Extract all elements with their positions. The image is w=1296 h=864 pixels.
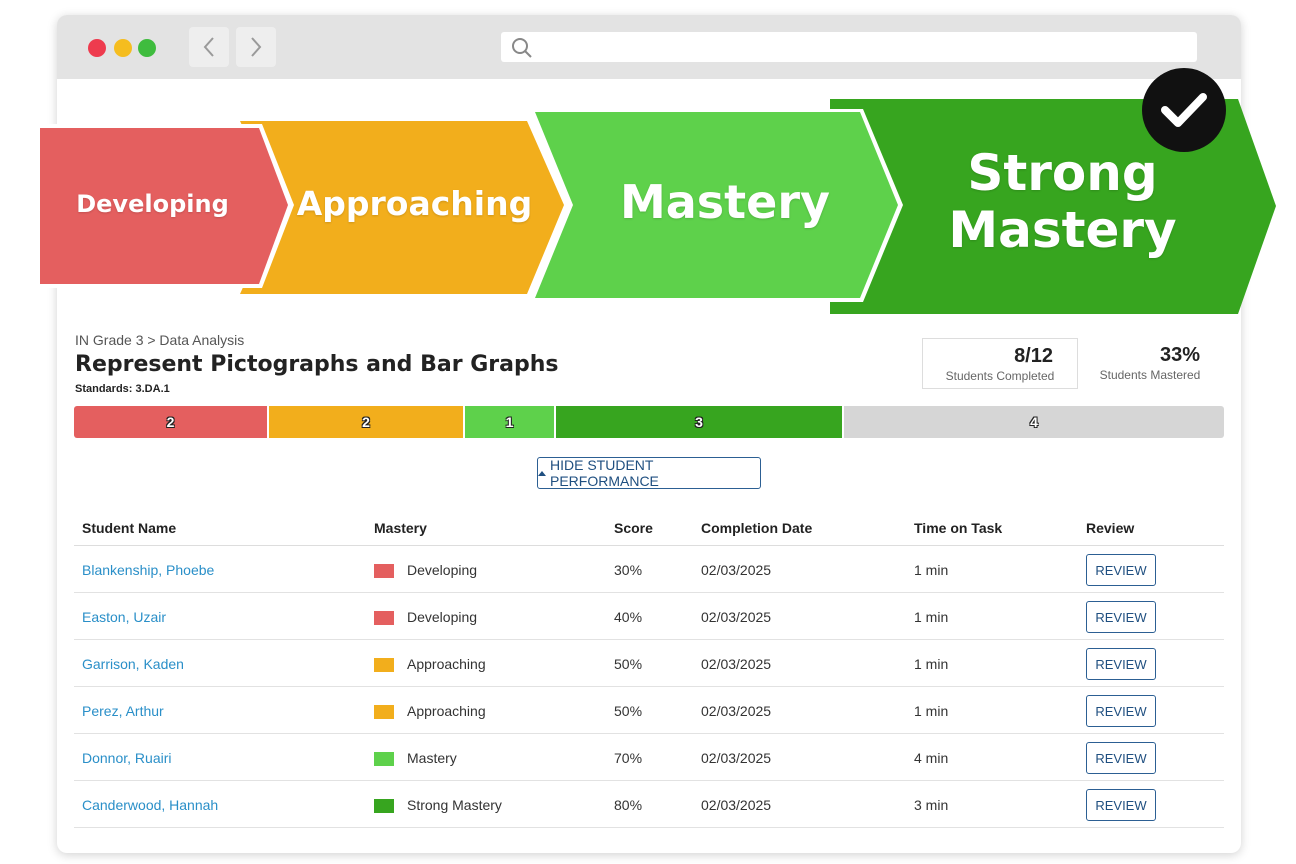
mastery-level: Approaching bbox=[407, 656, 486, 672]
student-name-link[interactable]: Donnor, Ruairi bbox=[82, 750, 172, 766]
student-name-link[interactable]: Perez, Arthur bbox=[82, 703, 164, 719]
chevron-left-icon bbox=[203, 37, 214, 57]
column-header-mastery[interactable]: Mastery bbox=[374, 520, 427, 536]
student-name-link[interactable]: Easton, Uzair bbox=[82, 609, 166, 625]
student-name-link[interactable]: Garrison, Kaden bbox=[82, 656, 184, 672]
forward-button[interactable] bbox=[236, 27, 276, 67]
review-button[interactable]: REVIEW bbox=[1086, 789, 1156, 821]
distribution-segment-developing[interactable]: 2 bbox=[74, 406, 269, 438]
mastery-level: Approaching bbox=[407, 703, 486, 719]
mastered-label: Students Mastered bbox=[1099, 368, 1201, 382]
score: 30% bbox=[614, 562, 643, 578]
column-header-student-name[interactable]: Student Name bbox=[82, 520, 176, 536]
search-icon bbox=[512, 38, 532, 58]
review-button[interactable]: REVIEW bbox=[1086, 601, 1156, 633]
table-row: Blankenship, Phoebe Developing 30% 02/03… bbox=[74, 546, 1224, 593]
time-on-task: 4 min bbox=[914, 750, 949, 766]
time-on-task: 1 min bbox=[914, 562, 949, 578]
review-button[interactable]: REVIEW bbox=[1086, 554, 1156, 586]
student-name-link[interactable]: Canderwood, Hannah bbox=[82, 797, 218, 813]
completion-date: 02/03/2025 bbox=[701, 703, 772, 719]
mastery-swatch bbox=[374, 799, 394, 813]
score: 50% bbox=[614, 703, 643, 719]
student-name-link[interactable]: Blankenship, Phoebe bbox=[82, 562, 214, 578]
mastery-distribution-bar: 2 2 1 3 4 bbox=[74, 406, 1224, 438]
time-on-task: 1 min bbox=[914, 656, 949, 672]
browser-titlebar bbox=[57, 15, 1241, 79]
completion-date: 02/03/2025 bbox=[701, 562, 772, 578]
hide-student-performance-button[interactable]: HIDE STUDENT PERFORMANCE bbox=[537, 457, 761, 489]
students-completed-stat: 8/12 Students Completed bbox=[922, 338, 1078, 389]
time-on-task: 1 min bbox=[914, 609, 949, 625]
column-header-review: Review bbox=[1086, 520, 1135, 536]
score: 50% bbox=[614, 656, 643, 672]
completed-label: Students Completed bbox=[945, 369, 1055, 383]
maximize-window-button[interactable] bbox=[138, 39, 156, 57]
column-header-score[interactable]: Score bbox=[614, 520, 653, 536]
completion-date: 02/03/2025 bbox=[701, 609, 772, 625]
table-row: Canderwood, Hannah Strong Mastery 80% 02… bbox=[74, 781, 1224, 828]
students-mastered-stat: 33% Students Mastered bbox=[1086, 338, 1214, 389]
mastery-level: Strong Mastery bbox=[407, 797, 502, 813]
completion-date: 02/03/2025 bbox=[701, 750, 772, 766]
standards-label: Standards: 3.DA.1 bbox=[75, 383, 170, 395]
caret-up-icon bbox=[538, 470, 546, 476]
page-title: Represent Pictographs and Bar Graphs bbox=[75, 352, 559, 377]
address-bar[interactable] bbox=[501, 32, 1197, 62]
time-on-task: 1 min bbox=[914, 703, 949, 719]
table-row: Perez, Arthur Approaching 50% 02/03/2025… bbox=[74, 687, 1224, 734]
close-window-button[interactable] bbox=[88, 39, 106, 57]
table-row: Garrison, Kaden Approaching 50% 02/03/20… bbox=[74, 640, 1224, 687]
completion-date: 02/03/2025 bbox=[701, 656, 772, 672]
time-on-task: 3 min bbox=[914, 797, 949, 813]
minimize-window-button[interactable] bbox=[114, 39, 132, 57]
distribution-segment-incomplete[interactable]: 4 bbox=[844, 406, 1224, 438]
mastery-swatch bbox=[374, 752, 394, 766]
review-button[interactable]: REVIEW bbox=[1086, 648, 1156, 680]
mastery-level: Mastery bbox=[407, 750, 457, 766]
completed-value: 8/12 bbox=[1014, 345, 1053, 367]
column-header-completion-date[interactable]: Completion Date bbox=[701, 520, 812, 536]
distribution-segment-approaching[interactable]: 2 bbox=[269, 406, 465, 438]
mastery-swatch bbox=[374, 611, 394, 625]
review-button[interactable]: REVIEW bbox=[1086, 742, 1156, 774]
back-button[interactable] bbox=[189, 27, 229, 67]
table-row: Easton, Uzair Developing 40% 02/03/2025 … bbox=[74, 593, 1224, 640]
breadcrumb: IN Grade 3 > Data Analysis bbox=[75, 332, 245, 348]
column-header-time-on-task[interactable]: Time on Task bbox=[914, 520, 1002, 536]
table-row: Donnor, Ruairi Mastery 70% 02/03/2025 4 … bbox=[74, 734, 1224, 781]
distribution-segment-mastery[interactable]: 1 bbox=[465, 406, 556, 438]
hide-student-performance-label: HIDE STUDENT PERFORMANCE bbox=[550, 457, 659, 489]
score: 80% bbox=[614, 797, 643, 813]
score: 40% bbox=[614, 609, 643, 625]
mastery-swatch bbox=[374, 658, 394, 672]
review-button[interactable]: REVIEW bbox=[1086, 695, 1156, 727]
mastery-swatch bbox=[374, 705, 394, 719]
mastery-level: Developing bbox=[407, 562, 478, 578]
chevron-right-icon bbox=[251, 37, 262, 57]
completion-date: 02/03/2025 bbox=[701, 797, 772, 813]
mastery-level: Developing bbox=[407, 609, 478, 625]
mastery-swatch bbox=[374, 564, 394, 578]
mastered-value: 33% bbox=[1159, 344, 1200, 366]
score: 70% bbox=[614, 750, 643, 766]
distribution-segment-strong-mastery[interactable]: 3 bbox=[556, 406, 844, 438]
